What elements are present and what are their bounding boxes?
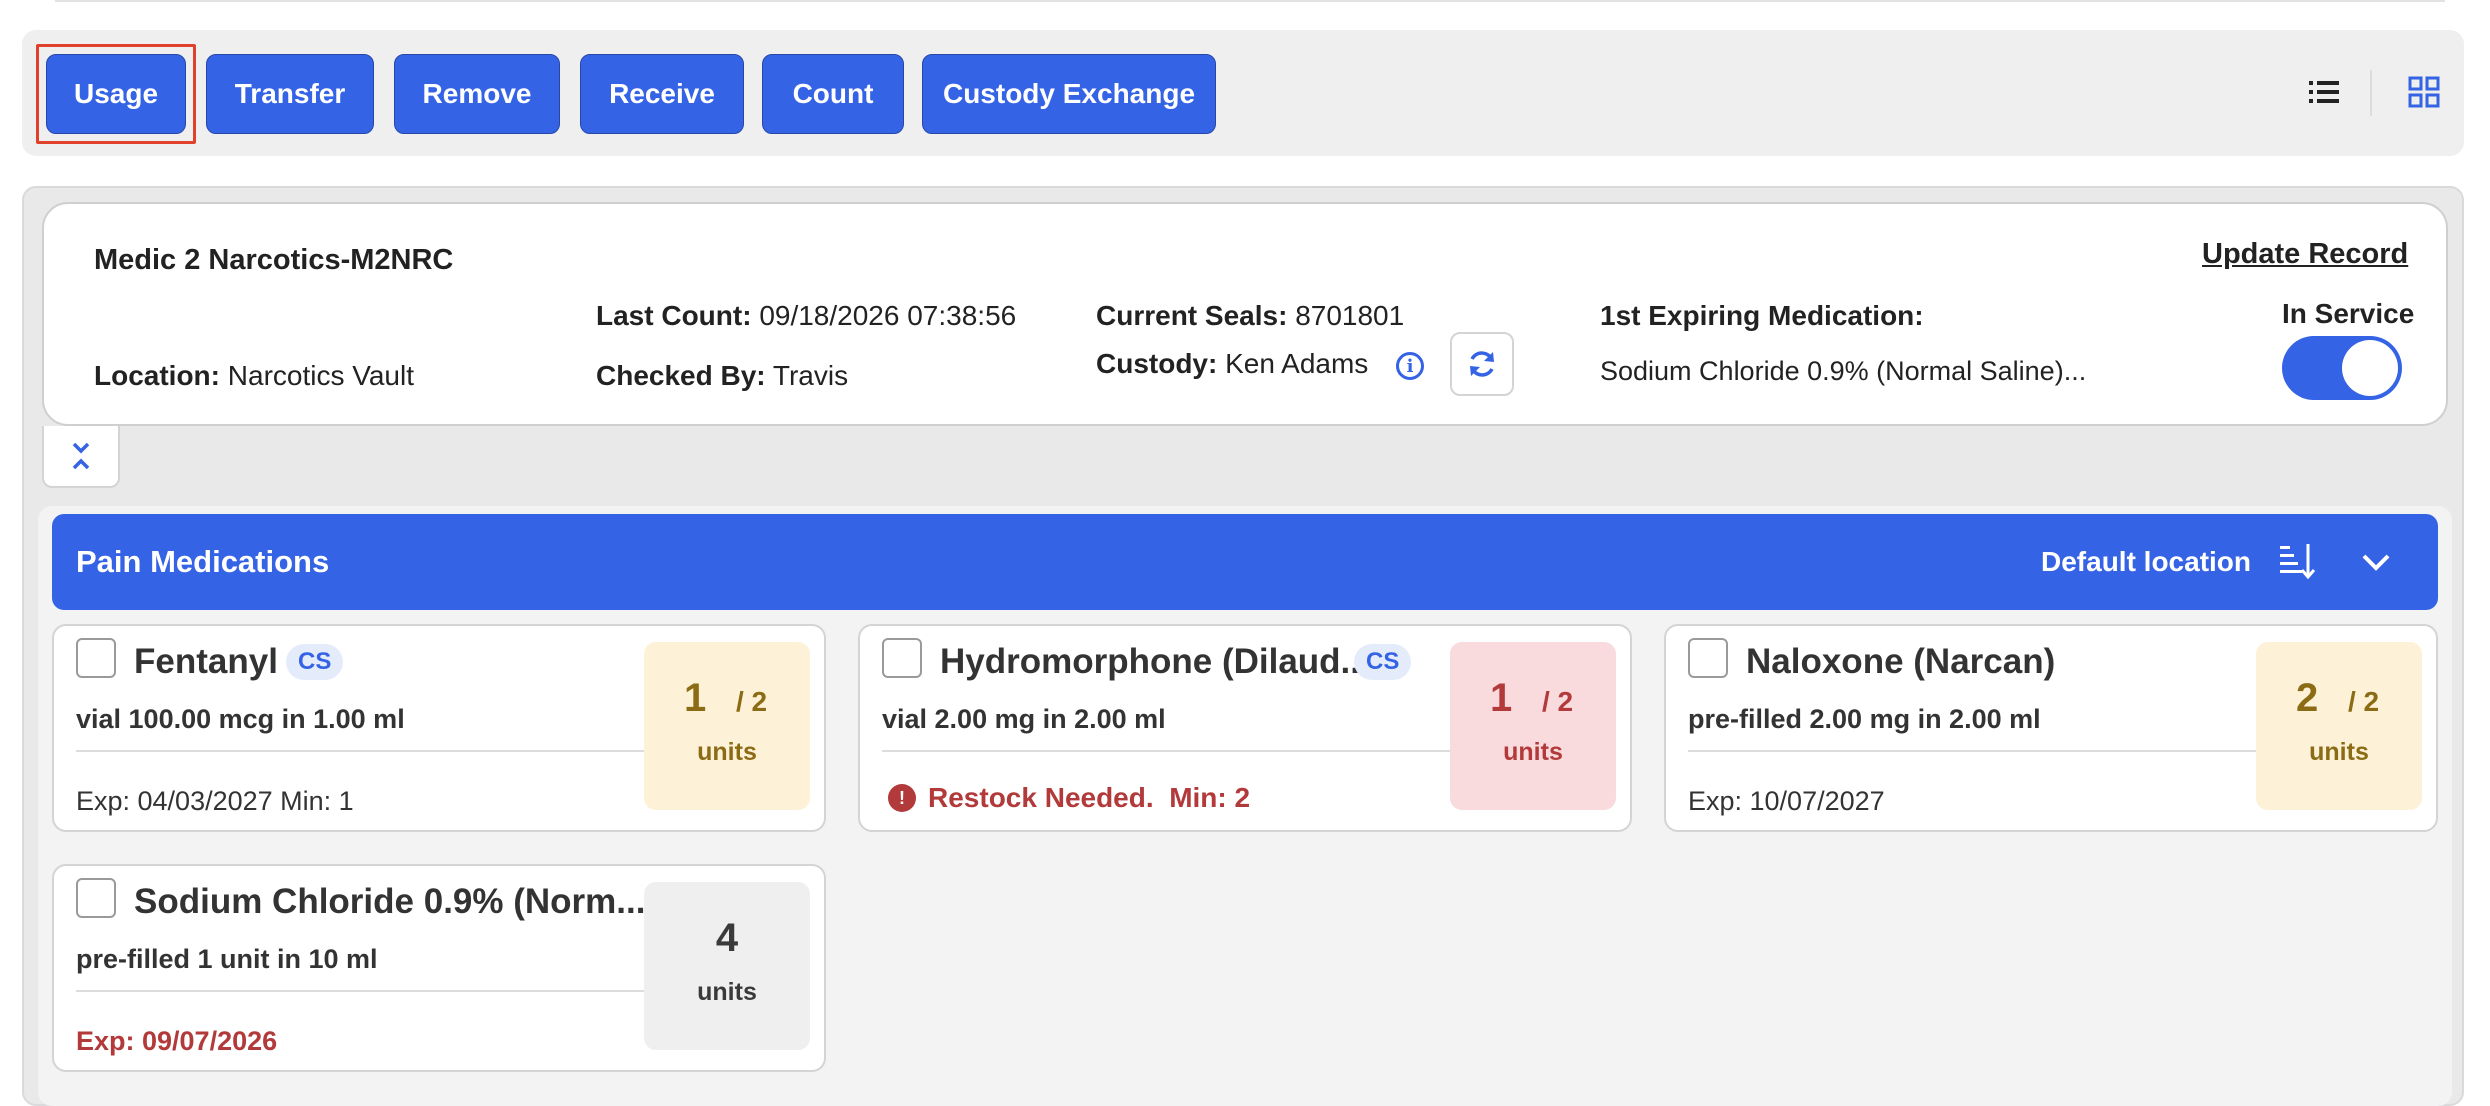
medication-card[interactable]: Fentanyl CS vial 100.00 mcg in 1.00 ml E… [52,624,826,832]
quantity-unit: units [1503,738,1563,766]
quantity-unit: units [697,978,757,1006]
location-value: Narcotics Vault [227,360,414,391]
action-toolbar: Usage Transfer Remove Receive Count Cust… [22,30,2464,156]
unit-panel: Medic 2 Narcotics-M2NRC Location: Narcot… [22,186,2464,1106]
current-seals-field: Current Seals: 8701801 [1096,300,1404,332]
medication-description: pre-filled 1 unit in 10 ml [76,944,378,974]
view-divider [2370,70,2372,116]
default-location-label[interactable]: Default location [2041,546,2251,578]
custody-label: Custody: [1096,348,1218,379]
medication-expiration: Exp: 10/07/2027 [1688,786,1885,816]
cs-badge: CS [286,644,344,680]
quantity-value: 2 [2296,676,2319,720]
restock-alert-text: Restock Needed. Min: 2 [928,782,1251,813]
medication-name: Sodium Chloride 0.9% (Norm... [134,882,646,921]
quantity-box: 4 units [644,882,810,1050]
in-service-toggle[interactable] [2282,336,2402,400]
checked-by-field: Checked By: Travis [596,360,848,392]
sort-icon[interactable] [2276,540,2318,584]
last-count-value: 09/18/2026 07:38:56 [759,300,1017,331]
toggle-knob [2342,340,2398,396]
quantity-box: 2 / 2 units [2256,642,2422,810]
restock-alert: ! Restock Needed. Min: 2 [888,782,1250,814]
par-level: / 2 [1542,686,1574,717]
medication-description: pre-filled 2.00 mg in 2.00 ml [1688,704,2041,734]
card-divider [1688,750,2260,752]
group-title: Pain Medications [76,544,330,579]
current-seals-value: 8701801 [1295,300,1405,331]
medication-description: vial 2.00 mg in 2.00 ml [882,704,1166,734]
checked-by-value: Travis [772,360,849,391]
custody-field: Custody: Ken Adams [1096,348,1368,380]
last-count-field: Last Count: 09/18/2026 07:38:56 [596,300,1016,332]
first-expiring-value: Sodium Chloride 0.9% (Normal Saline)... [1600,356,2087,386]
last-count-label: Last Count: [596,300,752,331]
medication-card[interactable]: Hydromorphone (Dilaud... CS vial 2.00 mg… [858,624,1632,832]
checked-by-label: Checked By: [596,360,766,391]
medication-expiration: Exp: 09/07/2026 [76,1026,278,1056]
medication-checkbox[interactable] [76,638,116,678]
location-field: Location: Narcotics Vault [94,360,414,392]
location-label: Location: [94,360,220,391]
unit-info-card: Medic 2 Narcotics-M2NRC Location: Narcot… [42,202,2448,426]
update-record-link[interactable]: Update Record [2202,238,2408,271]
in-service-label: In Service [2282,298,2415,329]
medication-group: Pain Medications Default location Fentan… [38,506,2452,1106]
quantity-value: 4 [715,916,739,960]
list-view-icon[interactable] [2304,72,2344,112]
info-icon[interactable]: i [1396,352,1424,380]
medication-checkbox[interactable] [76,878,116,918]
alert-icon: ! [888,784,916,812]
medication-name: Fentanyl [134,642,278,681]
medication-expiration: Exp: 04/03/2027 Min: 1 [76,786,354,816]
cs-badge: CS [1354,644,1412,680]
card-divider [882,750,1454,752]
refresh-custody-button[interactable] [1450,332,1514,396]
quantity-value: 1 [684,676,707,720]
chevron-down-icon[interactable] [2356,542,2396,582]
quantity-unit: units [2309,738,2369,766]
receive-button[interactable]: Receive [580,54,744,134]
medication-description: vial 100.00 mcg in 1.00 ml [76,704,405,734]
quantity-box: 1 / 2 units [1450,642,1616,810]
medication-name: Naloxone (Narcan) [1746,642,2056,681]
refresh-icon [1470,351,1494,377]
medication-name: Hydromorphone (Dilaud... [940,642,1370,681]
unit-name: Medic 2 Narcotics-M2NRC [94,244,454,276]
first-expiring-label: 1st Expiring Medication: [1600,300,1924,331]
grid-view-icon[interactable] [2404,72,2444,112]
current-seals-label: Current Seals: [1096,300,1288,331]
custody-exchange-button[interactable]: Custody Exchange [922,54,1216,134]
medication-checkbox[interactable] [1688,638,1728,678]
collapse-details-button[interactable] [42,426,120,488]
collapse-icon [72,442,90,470]
par-level: / 2 [736,686,768,717]
medication-card[interactable]: Sodium Chloride 0.9% (Norm... pre-filled… [52,864,826,1072]
custody-value: Ken Adams [1225,348,1369,379]
quantity-value: 1 [1490,676,1513,720]
count-button[interactable]: Count [762,54,904,134]
medication-checkbox[interactable] [882,638,922,678]
usage-button[interactable]: Usage [46,54,186,134]
group-header[interactable]: Pain Medications Default location [52,514,2438,610]
card-divider [76,990,648,992]
quantity-unit: units [697,738,757,766]
medication-card[interactable]: Naloxone (Narcan) pre-filled 2.00 mg in … [1664,624,2438,832]
card-divider [76,750,648,752]
top-divider [55,0,2445,2]
transfer-button[interactable]: Transfer [206,54,374,134]
par-level: / 2 [2348,686,2380,717]
quantity-box: 1 / 2 units [644,642,810,810]
remove-button[interactable]: Remove [394,54,560,134]
